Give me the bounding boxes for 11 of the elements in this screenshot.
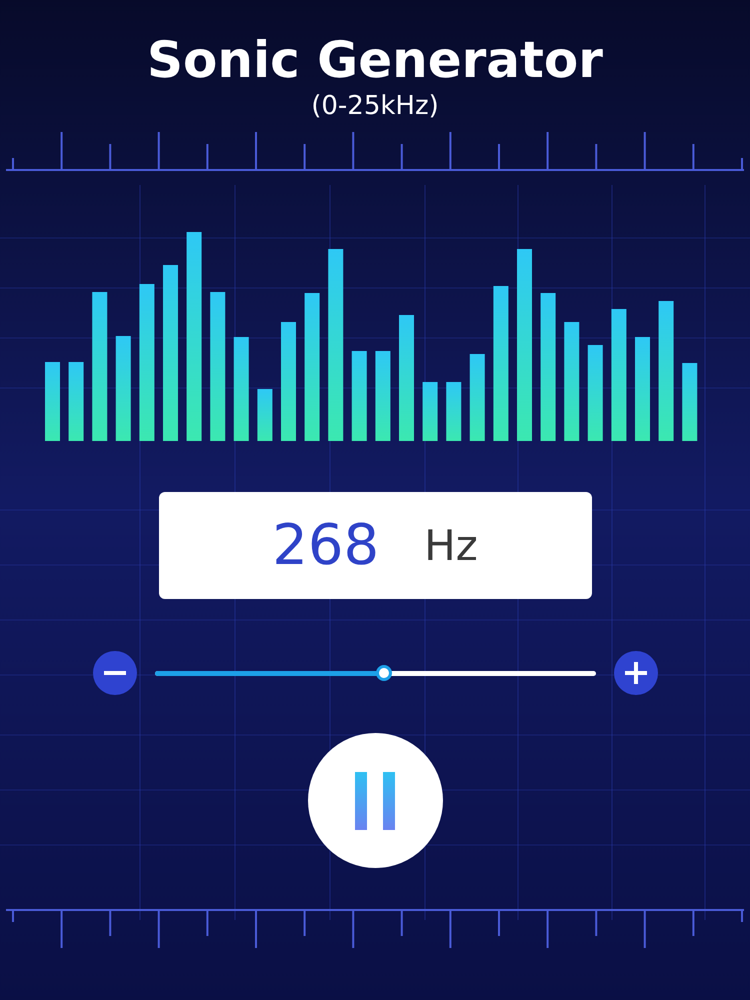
decrease-button[interactable] [92,651,136,695]
slider-thumb[interactable] [376,665,392,681]
increase-button[interactable] [614,651,658,695]
pause-icon [355,772,395,830]
frequency-range: (0-25kHz) [311,90,439,122]
minus-icon [104,671,126,675]
frequency-value: 268 [272,512,380,580]
frequency-unit: Hz [424,520,478,572]
frequency-slider[interactable] [154,665,596,681]
app-title: Sonic Generator [147,30,603,90]
plus-icon [624,662,646,684]
